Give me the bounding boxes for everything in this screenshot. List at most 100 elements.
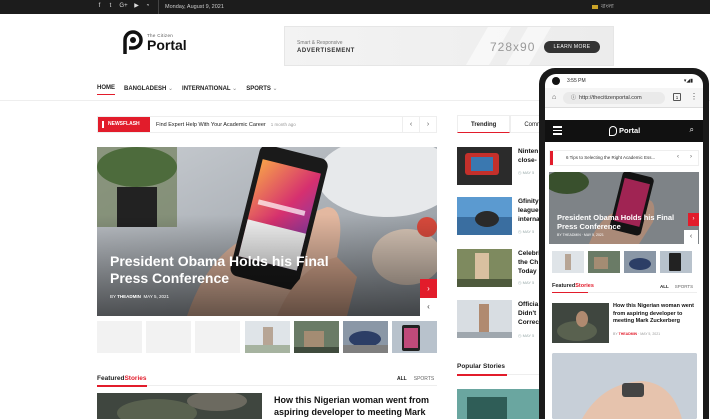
sidebar-item-date: MAY 5	[522, 280, 535, 285]
hero-next-button[interactable]: ›	[420, 279, 437, 298]
sidebar-item-date: MAY 5	[522, 170, 535, 175]
nav-item-bangladesh[interactable]: BANGLADESH ⌄	[124, 85, 173, 95]
nav-item-label: SPORTS	[246, 86, 271, 92]
rss-icon[interactable]: ◔	[145, 3, 150, 9]
hero-title[interactable]: President Obama Holds his Final Press Co…	[110, 253, 350, 287]
mobile-thumbnail[interactable]	[660, 251, 692, 273]
mobile-featured-photo	[552, 303, 609, 343]
mobile-story-photo	[552, 353, 697, 419]
tab-switcher-button[interactable]: 1	[673, 93, 681, 101]
thumbnail-image	[552, 251, 584, 273]
mobile-thumbnail[interactable]	[588, 251, 620, 273]
nav-item-label: HOME	[97, 85, 115, 91]
mobile-featured-title: FeaturedStories	[552, 283, 594, 289]
popular-thumbnail	[457, 389, 547, 419]
sidebar-thumbnail	[457, 197, 512, 235]
slider-thumbnail[interactable]	[245, 321, 290, 353]
slider-thumbnail[interactable]	[294, 321, 339, 353]
chevron-right-icon[interactable]: ›	[690, 154, 692, 160]
slider-thumbnail[interactable]	[392, 321, 437, 353]
mobile-hero-prev-button[interactable]: ‹	[684, 230, 698, 244]
sidebar-thumbnail	[457, 249, 512, 287]
mobile-featured-meta: BY THEADMIN · MAY 5, 2021	[613, 332, 661, 336]
slider-thumbnail[interactable]	[146, 321, 191, 353]
ad-line2: ADVERTISEMENT	[297, 48, 355, 54]
hero-author: THEADMIN	[117, 294, 141, 299]
sidebar-item-image[interactable]	[457, 249, 512, 287]
facebook-icon[interactable]: f	[97, 3, 102, 9]
thumbnail-image	[588, 251, 620, 273]
newsflash-ticker: NEWSFLASH Find Expert Help With Your Aca…	[97, 116, 437, 133]
mobile-hero-next-button[interactable]: ›	[688, 213, 699, 226]
sidebar-item-image[interactable]	[457, 300, 512, 338]
hero-prev-button[interactable]: ‹	[420, 298, 437, 316]
learn-more-button[interactable]: LEARN MORE	[544, 41, 600, 53]
language-switch[interactable]: বাংলা	[592, 0, 614, 14]
twitter-icon[interactable]: t	[108, 3, 113, 9]
newsflash-next-button[interactable]: ›	[419, 117, 436, 132]
mobile-meta-by: BY	[613, 332, 618, 336]
url-field[interactable]: ⓘ http://thecitizenportal.com	[563, 92, 665, 104]
newsflash-prev-button[interactable]: ‹	[402, 117, 419, 132]
social-links: f t G+ ▶ ◔	[97, 3, 150, 9]
mobile-logo[interactable]: Portal	[609, 126, 640, 137]
home-icon[interactable]: ⌂	[552, 94, 556, 101]
mobile-thumbnail[interactable]	[624, 251, 656, 273]
nav-item-sports[interactable]: SPORTS ⌄	[246, 85, 277, 95]
tab-trending[interactable]: Trending	[457, 115, 511, 133]
phone-screen: 3:55 PM ▾◢▮ ⌂ ⓘ http://thecitizenportal.c…	[545, 74, 703, 419]
slider-thumbnail[interactable]	[343, 321, 388, 353]
chevron-left-icon: ‹	[689, 233, 693, 240]
thumbnail-image	[624, 251, 656, 273]
more-vert-icon[interactable]: ⋮	[690, 92, 698, 101]
sidebar-item-meta: ◷ MAY 5	[518, 280, 535, 285]
info-icon: ⓘ	[571, 95, 577, 101]
sidebar-item-image[interactable]	[457, 197, 512, 235]
mobile-hero[interactable]: President Obama Holds his Final Press Co…	[549, 172, 699, 244]
search-icon[interactable]: ⌕	[690, 125, 694, 135]
newsflash-marker	[550, 151, 553, 165]
sidebar-item-meta: ◷ MAY 5	[518, 170, 535, 175]
browser-bar: ⌂ ⓘ http://thecitizenportal.com 1 ⋮	[545, 88, 703, 108]
ad-banner[interactable]: Smart & Responsive ADVERTISEMENT 728x90 …	[284, 26, 614, 66]
sidebar-item-date: MAY 5	[522, 333, 535, 338]
featured-article-title[interactable]: How this Nigerian woman went from aspiri…	[274, 394, 439, 418]
newsflash-badge: NEWSFLASH	[98, 117, 150, 132]
hero-meta: BY THEADMIN MAY 5, 2021	[110, 294, 170, 299]
popular-story-image[interactable]	[457, 389, 547, 419]
hamburger-menu-icon[interactable]	[553, 126, 562, 135]
newsflash-headline[interactable]: Find Expert Help With Your Academic Care…	[156, 117, 296, 133]
mobile-featured-image[interactable]	[552, 303, 609, 343]
top-bar: f t G+ ▶ ◔ Monday, August 9, 2021 বাংলা	[0, 0, 710, 14]
slider-thumbnail[interactable]	[97, 321, 142, 353]
hero-slider[interactable]: President Obama Holds his Final Press Co…	[97, 147, 437, 316]
featured-article-image[interactable]	[97, 393, 262, 419]
nav-item-international[interactable]: INTERNATIONAL ⌄	[182, 85, 237, 95]
featured-tab-sports[interactable]: SPORTS	[414, 376, 434, 382]
mobile-tab-sports[interactable]: SPORTS	[675, 284, 693, 289]
mobile-tab-all[interactable]: ALL	[660, 284, 669, 289]
main-nav: HOME BANGLADESH ⌄ INTERNATIONAL ⌄ SPORTS…	[97, 85, 278, 95]
newsflash-time: 1 month ago	[270, 122, 296, 127]
portal-logo-icon	[123, 30, 143, 54]
chevron-left-icon: ‹	[409, 121, 413, 128]
mobile-thumbnail[interactable]	[552, 251, 584, 273]
sidebar-item-image[interactable]	[457, 147, 512, 185]
mobile-newsflash-title[interactable]: 6 Tips to Selecting the Right Academic E…	[566, 155, 655, 160]
featured-tab-all[interactable]: ALL	[397, 376, 407, 382]
mobile-featured-article-title[interactable]: How this Nigerian woman went from aspiri…	[613, 303, 699, 326]
chevron-left-icon[interactable]: ‹	[677, 154, 679, 160]
thumbnail-image	[294, 321, 339, 353]
mobile-story-image[interactable]	[552, 353, 697, 419]
mobile-hero-title[interactable]: President Obama Holds his Final Press Co…	[557, 213, 677, 231]
slider-thumbnail[interactable]	[195, 321, 240, 353]
nav-item-label: INTERNATIONAL	[182, 86, 231, 92]
current-date: Monday, August 9, 2021	[158, 0, 224, 14]
featured-tabs: ALL SPORTS	[397, 376, 434, 382]
popular-divider	[457, 374, 547, 376]
nav-item-home[interactable]: HOME	[97, 85, 115, 95]
google-plus-icon[interactable]: G+	[119, 3, 128, 9]
phone-status-bar: 3:55 PM ▾◢▮	[545, 74, 703, 88]
chevron-down-icon: ⌄	[272, 86, 278, 92]
youtube-icon[interactable]: ▶	[134, 3, 139, 9]
